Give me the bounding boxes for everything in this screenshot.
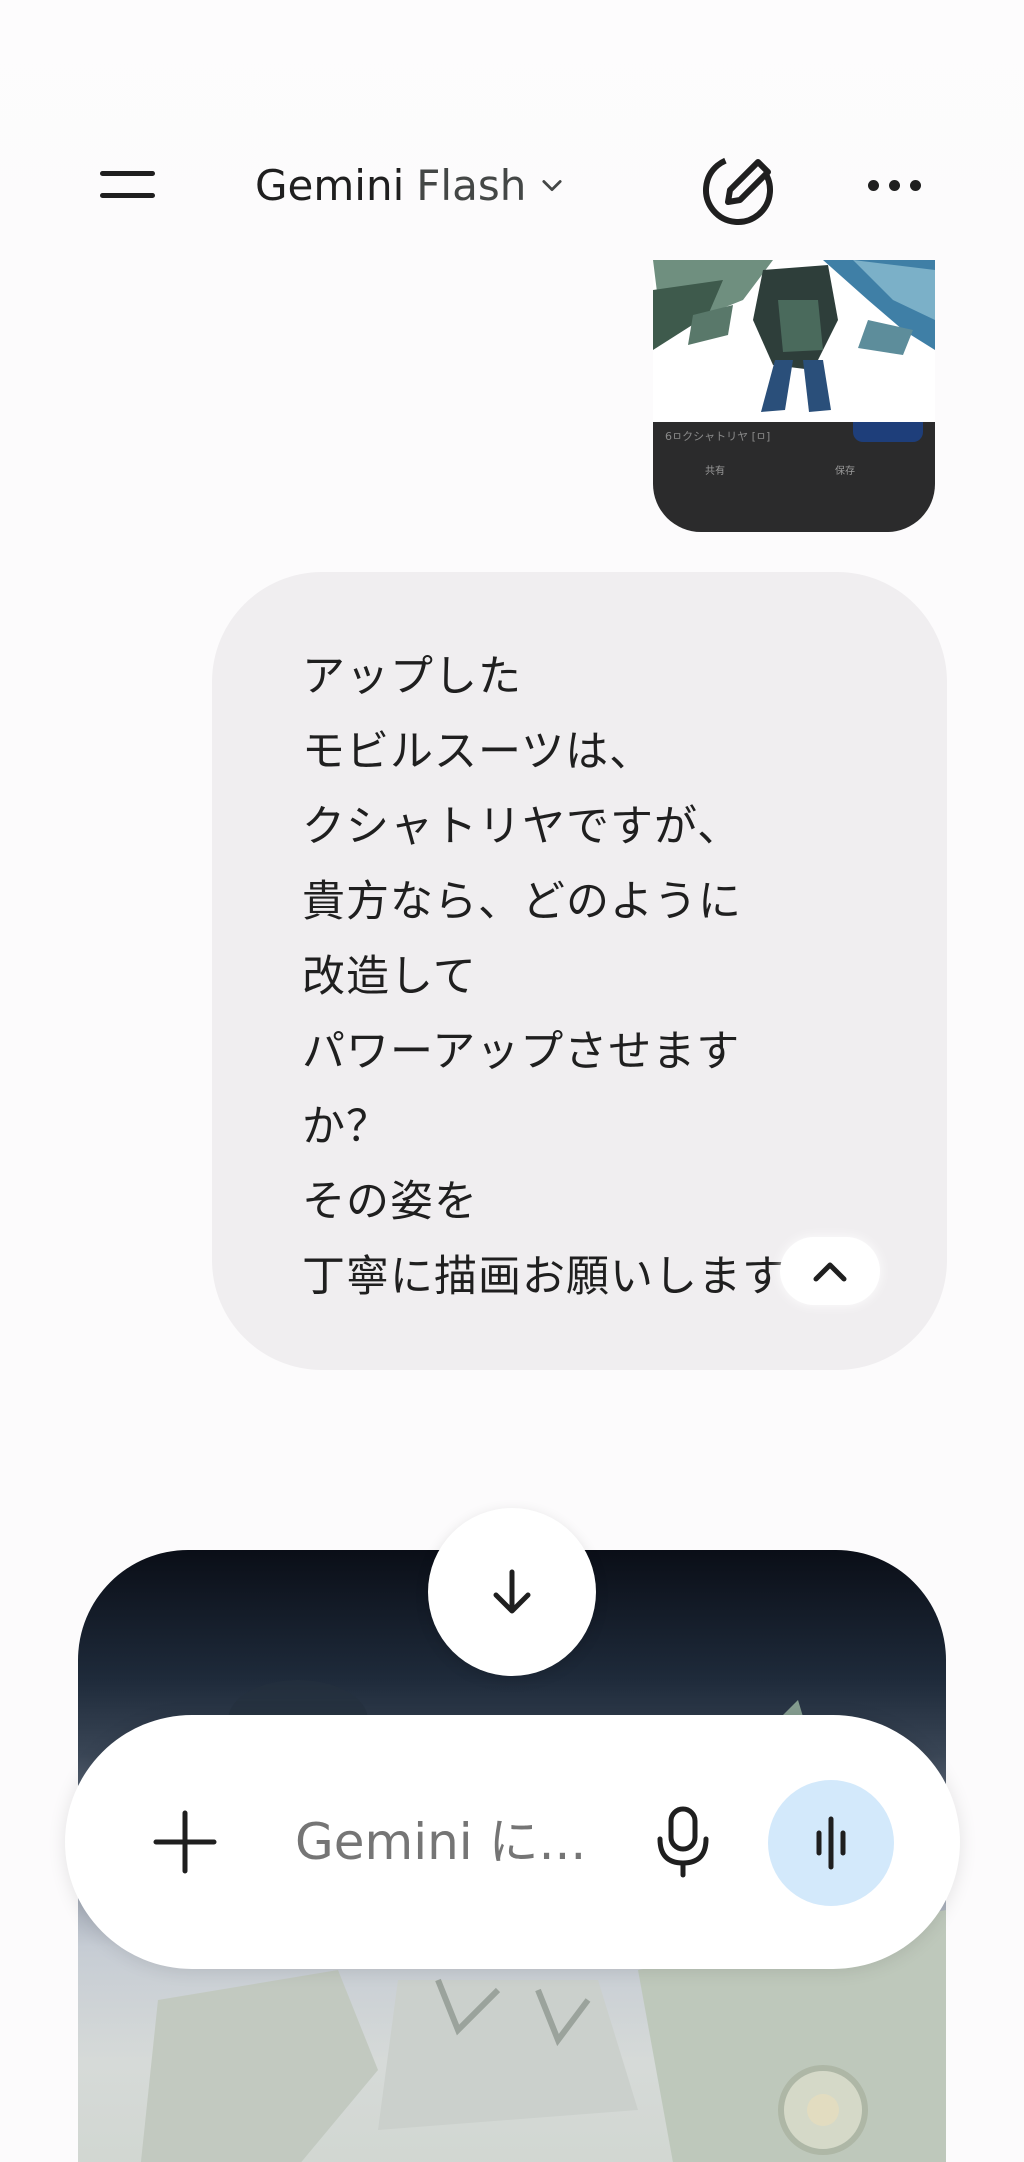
chevron-down-icon <box>542 180 562 192</box>
live-waveform-icon <box>816 1816 846 1870</box>
message-line: か？ <box>302 1102 390 1152</box>
model-name: Gemini <box>255 160 405 210</box>
top-app-bar: Gemini Flash <box>0 0 1024 250</box>
user-message-bubble: アップした モビルスーツは、 クシャトリヤですが、 貴方なら、どのように 改造し… <box>212 572 947 1370</box>
chat-screen: Gemini Flash 6ㅁクシャトリヤ [ㅁ] 共有 保存 アップした モビ… <box>0 0 1024 2162</box>
user-message-text: アップした モビルスーツは、 クシャトリヤですが、 貴方なら、どのように 改造し… <box>302 640 902 1300</box>
message-line: パワーアップさせます <box>302 1027 741 1077</box>
menu-icon[interactable] <box>95 165 165 205</box>
prompt-input-bar: Gemini に... <box>65 1715 960 1969</box>
image-caption: 6ㅁクシャトリヤ [ㅁ] <box>665 430 771 443</box>
collapse-message-button[interactable] <box>780 1237 880 1305</box>
mic-icon[interactable] <box>648 1803 718 1881</box>
plus-icon[interactable] <box>150 1807 220 1877</box>
message-line: 改造して <box>302 952 477 1002</box>
mobile-suit-image <box>653 260 935 430</box>
chevron-up-icon <box>813 1262 847 1282</box>
share-label: 共有 <box>705 466 725 477</box>
message-line: アップした <box>302 652 522 702</box>
save-label: 保存 <box>835 466 855 477</box>
message-line: 貴方なら、どのように <box>302 877 742 927</box>
message-line: モビルスーツは、 <box>302 727 654 777</box>
prompt-input[interactable]: Gemini に... <box>295 1807 625 1877</box>
message-line: クシャトリヤですが、 <box>302 802 742 852</box>
model-variant: Flash <box>416 160 527 210</box>
more-horizontal-icon[interactable] <box>860 160 930 210</box>
model-selector[interactable]: Gemini Flash <box>255 155 566 215</box>
panel-pill <box>853 422 923 442</box>
live-mode-button[interactable] <box>768 1780 894 1906</box>
edit-pen-icon[interactable] <box>700 148 780 228</box>
scroll-down-button[interactable] <box>428 1508 596 1676</box>
uploaded-image[interactable]: 6ㅁクシャトリヤ [ㅁ] 共有 保存 <box>653 260 935 532</box>
message-line: その姿を <box>302 1177 478 1227</box>
arrow-down-icon <box>493 1569 531 1614</box>
